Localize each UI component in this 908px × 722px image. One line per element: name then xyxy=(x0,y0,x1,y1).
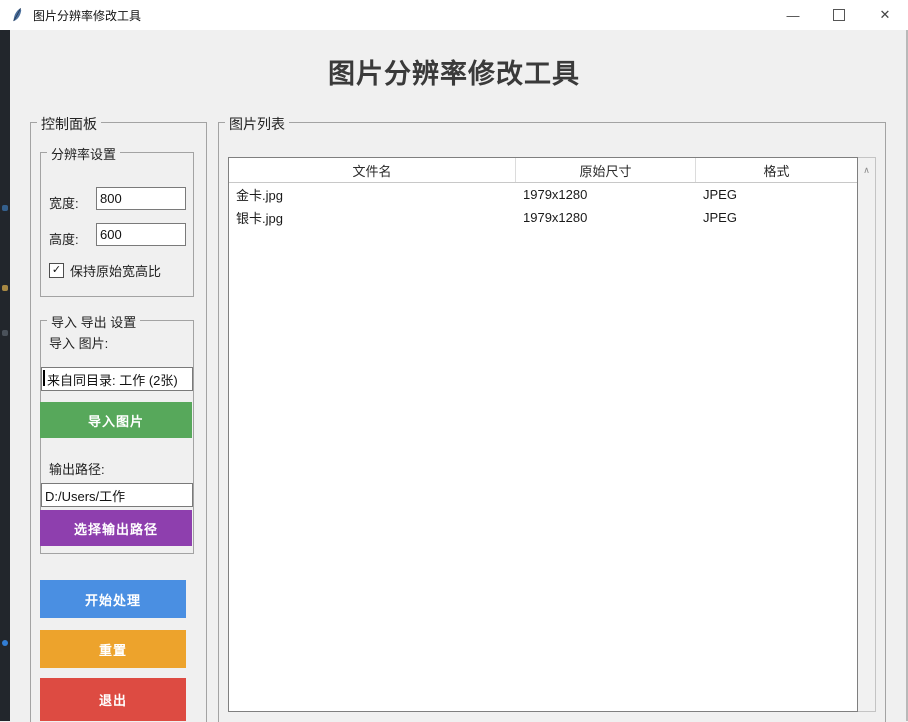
io-settings-label: 导入 导出 设置 xyxy=(47,312,140,331)
maximize-button[interactable] xyxy=(816,0,862,30)
python-feather-icon xyxy=(9,7,25,23)
cell-format: JPEG xyxy=(696,210,857,225)
maximize-icon xyxy=(833,9,845,21)
cell-filename: 金卡.jpg xyxy=(229,185,516,204)
keep-ratio-checkbox[interactable]: ✓ 保持原始宽高比 xyxy=(49,261,161,280)
width-input[interactable] xyxy=(96,187,186,210)
text-cursor xyxy=(43,370,45,386)
height-input[interactable] xyxy=(96,223,186,246)
height-label: 高度: xyxy=(49,229,79,248)
table-header: 文件名 原始尺寸 格式 xyxy=(229,158,857,183)
resolution-settings-group: 分辨率设置 宽度: 高度: ✓ 保持原始宽高比 xyxy=(40,152,194,297)
resolution-settings-label: 分辨率设置 xyxy=(47,144,120,163)
cell-format: JPEG xyxy=(696,187,857,202)
control-panel-label: 控制面板 xyxy=(37,114,101,134)
column-header-format[interactable]: 格式 xyxy=(696,158,857,182)
cell-size: 1979x1280 xyxy=(516,210,696,225)
page-title: 图片分辨率修改工具 xyxy=(10,52,898,91)
column-header-filename[interactable]: 文件名 xyxy=(229,158,516,182)
output-path-input[interactable] xyxy=(41,483,193,507)
window-title: 图片分辨率修改工具 xyxy=(33,7,141,24)
cell-filename: 银卡.jpg xyxy=(229,208,516,227)
image-table: 文件名 原始尺寸 格式 金卡.jpg 1979x1280 JPEG 银卡.jpg… xyxy=(228,157,858,712)
scroll-up-icon[interactable]: ∧ xyxy=(858,158,875,176)
import-images-button[interactable]: 导入图片 xyxy=(40,402,192,438)
exit-button[interactable]: 退出 xyxy=(40,678,186,721)
minimize-button[interactable]: — xyxy=(770,0,816,30)
reset-button[interactable]: 重置 xyxy=(40,630,186,668)
background-window-sliver xyxy=(0,30,10,721)
column-header-original-size[interactable]: 原始尺寸 xyxy=(516,158,696,182)
output-label: 输出路径: xyxy=(49,459,105,478)
table-scrollbar[interactable]: ∧ xyxy=(858,157,876,712)
checkbox-check-icon: ✓ xyxy=(49,263,64,278)
import-source-input[interactable] xyxy=(41,367,193,391)
titlebar: 图片分辨率修改工具 — ✕ xyxy=(0,0,908,30)
import-label: 导入 图片: xyxy=(49,333,108,352)
choose-output-path-button[interactable]: 选择输出路径 xyxy=(40,510,192,546)
close-button[interactable]: ✕ xyxy=(862,0,908,30)
table-row[interactable]: 金卡.jpg 1979x1280 JPEG xyxy=(229,183,857,206)
image-list-label: 图片列表 xyxy=(225,114,289,134)
table-row[interactable]: 银卡.jpg 1979x1280 JPEG xyxy=(229,206,857,229)
width-label: 宽度: xyxy=(49,193,79,212)
cell-size: 1979x1280 xyxy=(516,187,696,202)
start-processing-button[interactable]: 开始处理 xyxy=(40,580,186,618)
keep-ratio-label: 保持原始宽高比 xyxy=(70,261,161,280)
